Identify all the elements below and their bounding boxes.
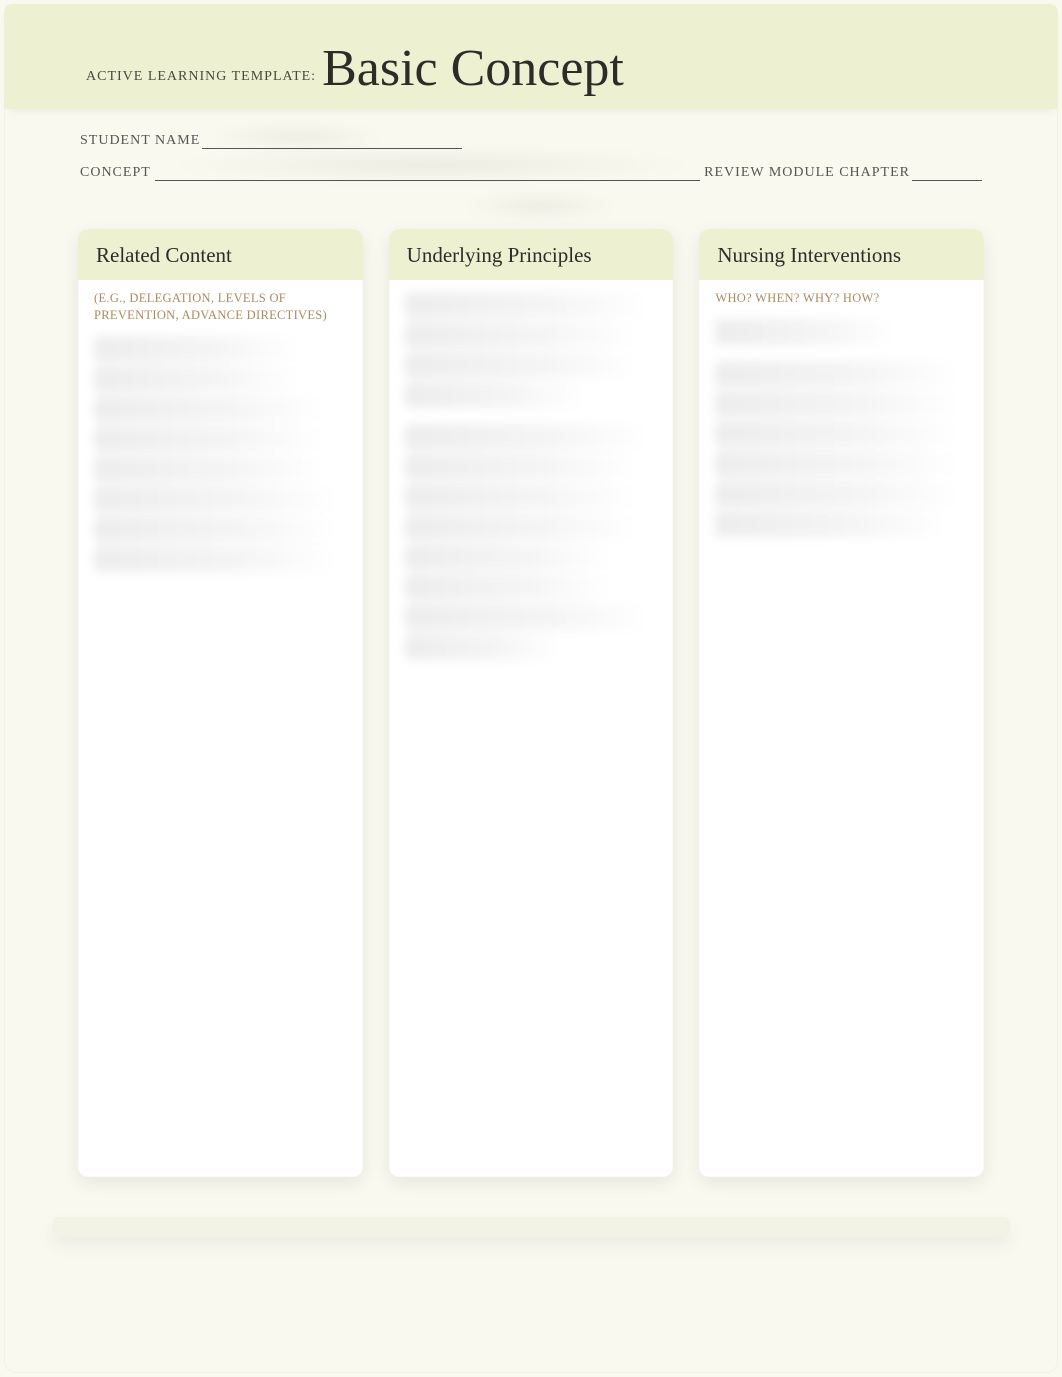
handwriting-blur — [405, 574, 610, 600]
handwriting-blur — [159, 148, 704, 182]
handwriting-blur — [206, 124, 388, 150]
handwriting-blur — [405, 544, 610, 570]
handwriting-blur — [715, 511, 946, 537]
related-content-title: Related Content — [96, 243, 345, 268]
handwriting-blur — [94, 516, 338, 542]
handwriting-blur — [94, 396, 325, 422]
card-header: Nursing Interventions — [699, 229, 984, 280]
nursing-interventions-body[interactable] — [699, 307, 984, 557]
handwriting-blur — [405, 514, 636, 540]
template-title: Basic Concept — [322, 43, 624, 95]
handwriting-blur — [460, 193, 620, 219]
template-prefix: ACTIVE LEARNING TEMPLATE: — [86, 69, 316, 85]
handwriting-blur — [405, 634, 559, 660]
info-section: STUDENT NAME CONCEPT REVIEW MODULE CHAPT… — [4, 129, 1058, 229]
handwriting-blur — [715, 421, 959, 447]
handwriting-blur — [94, 546, 338, 572]
related-content-subtitle: (E.G., DELEGATION, LEVELS OF PREVENTION,… — [78, 280, 363, 324]
nursing-interventions-subtitle: WHO? WHEN? WHY? HOW? — [699, 280, 984, 307]
page: ACTIVE LEARNING TEMPLATE: Basic Concept … — [4, 4, 1058, 1373]
handwriting-blur — [94, 486, 338, 512]
concept-subline-blur — [80, 193, 982, 217]
student-name-label: STUDENT NAME — [80, 133, 200, 149]
concept-row: CONCEPT REVIEW MODULE CHAPTER — [80, 161, 982, 181]
nursing-interventions-title: Nursing Interventions — [717, 243, 966, 268]
review-chapter-label: REVIEW MODULE CHAPTER — [704, 165, 910, 181]
review-chapter-field[interactable] — [912, 161, 982, 181]
underlying-principles-card: Underlying Principles — [389, 229, 674, 1177]
handwriting-blur — [94, 336, 299, 362]
footer-band — [52, 1217, 1010, 1237]
related-content-card: Related Content (E.G., DELEGATION, LEVEL… — [78, 229, 363, 1177]
underlying-principles-body[interactable] — [389, 280, 674, 680]
concept-field[interactable] — [155, 161, 700, 181]
handwriting-blur — [405, 352, 636, 378]
handwriting-blur — [405, 484, 636, 510]
handwriting-blur — [405, 292, 649, 318]
handwriting-blur — [715, 481, 959, 507]
card-header: Related Content — [78, 229, 363, 280]
handwriting-blur — [715, 451, 959, 477]
handwriting-blur — [405, 454, 636, 480]
nursing-interventions-card: Nursing Interventions WHO? WHEN? WHY? HO… — [699, 229, 984, 1177]
underlying-principles-title: Underlying Principles — [407, 243, 656, 268]
handwriting-blur — [94, 456, 325, 482]
header-band: ACTIVE LEARNING TEMPLATE: Basic Concept — [4, 4, 1058, 109]
handwriting-blur — [94, 426, 325, 452]
handwriting-blur — [405, 322, 636, 348]
handwriting-blur — [405, 604, 649, 630]
card-header: Underlying Principles — [389, 229, 674, 280]
handwriting-blur — [715, 391, 959, 417]
handwriting-blur — [715, 319, 895, 345]
handwriting-blur — [405, 424, 649, 450]
columns: Related Content (E.G., DELEGATION, LEVEL… — [4, 229, 1058, 1177]
student-name-field[interactable] — [202, 129, 462, 149]
related-content-body[interactable] — [78, 324, 363, 592]
handwriting-blur — [405, 382, 585, 408]
handwriting-blur — [94, 366, 299, 392]
concept-label: CONCEPT — [80, 165, 151, 181]
handwriting-blur — [715, 361, 959, 387]
student-name-row: STUDENT NAME — [80, 129, 982, 149]
